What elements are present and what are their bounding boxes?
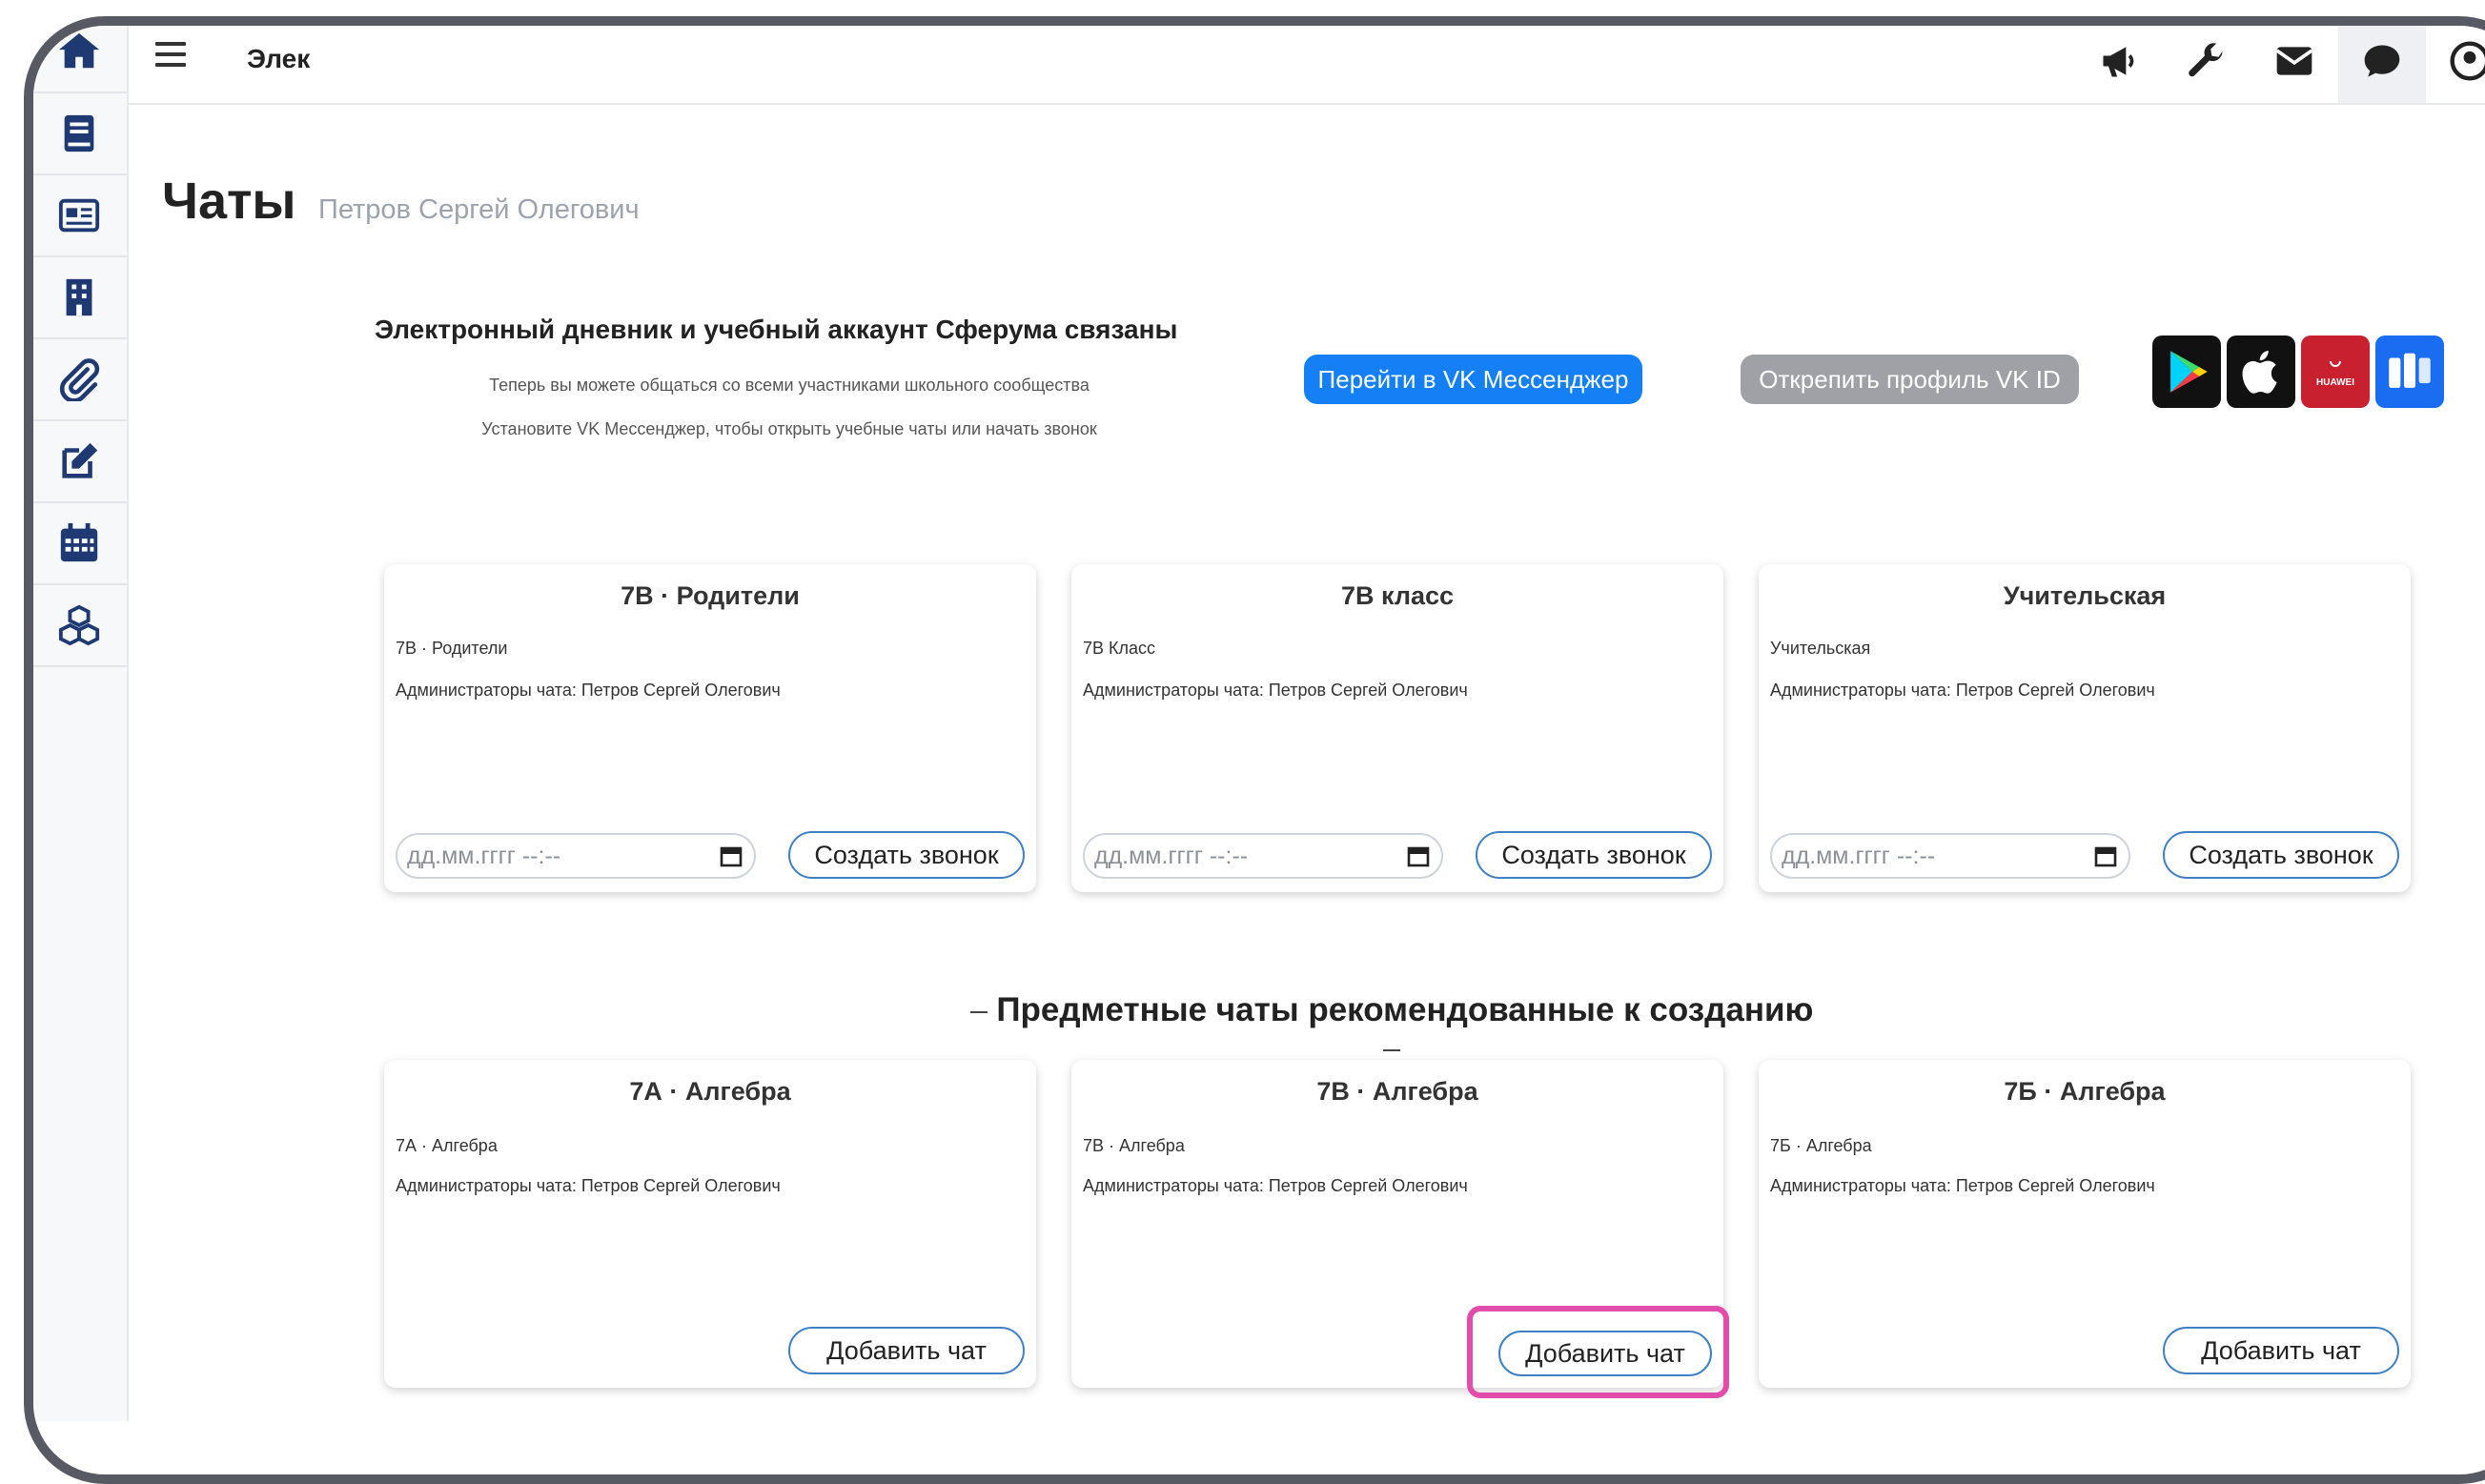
sidebar-item-diary[interactable]	[33, 93, 127, 175]
sidebar-item-school[interactable]	[33, 257, 127, 339]
sidebar	[33, 26, 129, 1421]
user-icon	[2450, 41, 2485, 81]
sidebar-item-calendar[interactable]	[33, 503, 127, 585]
chat-title: 7А · Алгебра	[629, 1077, 791, 1106]
calendar-picker-icon[interactable]	[720, 844, 743, 867]
chat-title: 7Б · Алгебра	[2004, 1077, 2166, 1106]
banner-line-2: Установите VK Мессенджер, чтобы открыть …	[481, 419, 1097, 438]
chat-icon	[2364, 45, 2400, 77]
chat-admins: Администраторы чата: Петров Сергей Олего…	[1770, 1176, 2155, 1195]
chat-admins: Администраторы чата: Петров Сергей Олего…	[396, 681, 781, 700]
datetime-placeholder: дд.мм.гггг --:--	[1782, 842, 1936, 869]
paperclip-icon	[59, 358, 100, 401]
chat-title: 7В · Родители	[621, 581, 800, 610]
app-title: Элек	[247, 44, 311, 73]
recommended-chat-card: 7Б · Алгебра 7Б · Алгебра Администраторы…	[1759, 1060, 2411, 1388]
app-window: Элек Чаты Петров Сергей Олегович Электро…	[33, 26, 2485, 1421]
google-play-icon	[2170, 351, 2208, 393]
chat-subtitle: 7Б · Алгебра	[1770, 1136, 1872, 1155]
chat-subtitle: 7В · Родители	[396, 639, 508, 658]
page-title: Чаты	[162, 173, 296, 230]
chat-subtitle: 7В · Алгебра	[1083, 1136, 1185, 1155]
chat-subtitle: 7В Класс	[1083, 639, 1156, 658]
call-datetime-input[interactable]: дд.мм.гггг --:--	[1083, 833, 1443, 879]
sidebar-item-home[interactable]	[33, 26, 127, 93]
heading-dash-left	[969, 1010, 988, 1013]
rustore-link[interactable]	[2375, 335, 2444, 408]
highlight-box	[1467, 1306, 1729, 1398]
chat-card: 7В · Родители 7В · Родители Администрато…	[384, 564, 1036, 892]
calendar-picker-icon[interactable]	[1407, 844, 1430, 867]
banner-title: Электронный дневник и учебный аккаунт Сф…	[375, 315, 1178, 344]
create-call-button[interactable]: Создать звонок	[1476, 831, 1712, 879]
rustore-icon	[2389, 353, 2431, 388]
device-frame: Элек Чаты Петров Сергей Олегович Электро…	[24, 16, 2485, 1484]
chats-button[interactable]	[2338, 26, 2426, 103]
chat-title: 7В · Алгебра	[1316, 1077, 1478, 1106]
chat-title: 7В класс	[1340, 581, 1455, 610]
banner-line-1: Теперь вы можете общаться со всеми участ…	[489, 376, 1090, 395]
sidebar-item-news[interactable]	[33, 175, 127, 257]
chat-admins: Администраторы чата: Петров Сергей Олего…	[1083, 1176, 1468, 1195]
sidebar-item-modules[interactable]	[33, 585, 127, 667]
unlink-vk-id-button[interactable]: Открепить профиль VK ID	[1741, 355, 2079, 404]
announcements-button[interactable]	[2075, 26, 2163, 103]
megaphone-icon	[2103, 47, 2134, 77]
apple-icon	[2242, 351, 2277, 394]
mail-icon	[2275, 47, 2313, 75]
datetime-placeholder: дд.мм.гггг --:--	[1094, 842, 1249, 869]
chat-title: Учительская	[2003, 581, 2167, 610]
book-icon	[64, 114, 94, 152]
chat-admins: Администраторы чата: Петров Сергей Олего…	[1770, 681, 2155, 700]
profile-button[interactable]	[2426, 26, 2485, 103]
chat-subtitle: Учительская	[1770, 639, 1871, 658]
calendar-picker-icon[interactable]	[2094, 844, 2117, 867]
page-user-name: Петров Сергей Олегович	[318, 194, 640, 225]
hamburger-icon[interactable]	[155, 42, 186, 71]
heading-dash-right	[1383, 1048, 1400, 1051]
sidebar-item-edit[interactable]	[33, 421, 127, 503]
newspaper-icon	[58, 198, 100, 233]
datetime-placeholder: дд.мм.гггг --:--	[407, 842, 561, 869]
chat-card: Учительская Учительская Администраторы ч…	[1759, 564, 2411, 892]
home-icon	[58, 32, 100, 69]
chat-admins: Администраторы чата: Петров Сергей Олего…	[396, 1176, 781, 1195]
edit-icon	[62, 442, 98, 478]
recommended-heading: Предметные чаты рекомендованные к создан…	[963, 991, 1821, 1067]
add-chat-button[interactable]: Добавить чат	[2163, 1327, 2399, 1374]
google-play-link[interactable]	[2152, 335, 2221, 408]
call-datetime-input[interactable]: дд.мм.гггг --:--	[396, 833, 756, 879]
huawei-icon	[2330, 360, 2341, 367]
sidebar-item-attachments[interactable]	[33, 339, 127, 421]
add-chat-button[interactable]: Добавить чат	[788, 1327, 1025, 1374]
cubes-icon	[58, 604, 100, 646]
mail-button[interactable]	[2251, 26, 2338, 103]
chat-card: 7В класс 7В Класс Администраторы чата: П…	[1071, 564, 1723, 892]
wrench-icon	[2189, 43, 2223, 77]
chat-subtitle: 7А · Алгебра	[396, 1136, 498, 1155]
create-call-button[interactable]: Создать звонок	[788, 831, 1025, 879]
recommended-chat-card: 7А · Алгебра 7А · Алгебра Администраторы…	[384, 1060, 1036, 1388]
topbar: Элек	[129, 26, 2485, 105]
app-store-link[interactable]	[2227, 335, 2295, 408]
open-vk-messenger-button[interactable]: Перейти в VK Мессенджер	[1304, 355, 1642, 404]
huawei-label: HUAWEI	[2316, 376, 2354, 388]
settings-button[interactable]	[2163, 26, 2251, 103]
create-call-button[interactable]: Создать звонок	[2163, 831, 2399, 879]
call-datetime-input[interactable]: дд.мм.гггг --:--	[1770, 833, 2130, 879]
huawei-appgallery-link[interactable]: HUAWEI	[2301, 335, 2370, 408]
building-icon	[66, 278, 92, 316]
recommended-heading-text: Предметные чаты рекомендованные к создан…	[996, 991, 1814, 1028]
chat-admins: Администраторы чата: Петров Сергей Олего…	[1083, 681, 1468, 700]
calendar-icon	[60, 522, 98, 562]
